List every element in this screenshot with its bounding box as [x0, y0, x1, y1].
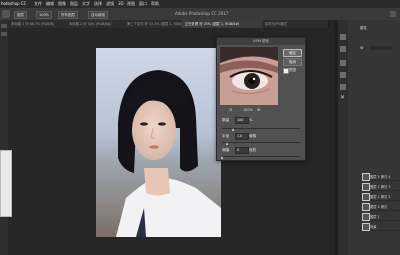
options-bar: 图层 100% 所有图层 自动增强 Adobe Photoshop CC 201…	[0, 8, 400, 20]
options-all-layers-button[interactable]: 所有图层	[58, 11, 78, 19]
cancel-button[interactable]: 取消	[283, 58, 302, 66]
layer-thumbnail	[362, 183, 370, 191]
tab-document[interactable]: 第二个文件 @ 33.3% (图层 1, RGB/8)	[124, 20, 183, 28]
zoom-in-icon[interactable]: ⊕	[257, 107, 260, 112]
history-icon[interactable]	[340, 34, 346, 40]
menu-item-layer[interactable]: 图层	[70, 1, 78, 7]
portrait-photo[interactable]	[96, 48, 221, 237]
window-title: Adobe Photoshop CC 2017	[175, 11, 229, 16]
radius-slider-knob[interactable]	[226, 142, 228, 145]
amount-unit: %	[249, 118, 253, 122]
menu-item-help[interactable]: 帮助	[151, 1, 159, 7]
preview-label: 预览	[289, 68, 297, 72]
layer-name: 图层 1 拷贝 2	[370, 195, 391, 199]
layer-name: 背景	[370, 225, 377, 229]
collapsed-panel[interactable]	[0, 150, 12, 217]
tab-document[interactable]: 未标题-2 @ 50% (RGB/8#)	[66, 20, 125, 28]
menu-item-file[interactable]: 文件	[34, 1, 42, 7]
character-icon[interactable]	[340, 84, 346, 90]
layer-name: 图层 1 拷贝	[370, 205, 388, 209]
amount-field[interactable]: 100	[235, 117, 249, 124]
radius-label: 半径	[222, 134, 230, 138]
threshold-slider[interactable]	[222, 156, 300, 157]
layer-row[interactable]: 图层 1 拷贝 2	[360, 192, 400, 201]
ok-button[interactable]: 确定	[283, 49, 302, 57]
close-icon[interactable]: ✕	[340, 94, 345, 101]
menu-item-window[interactable]: 窗口	[139, 1, 147, 7]
threshold-field[interactable]: 0	[235, 147, 249, 154]
radius-slider[interactable]	[222, 142, 300, 143]
layer-thumbnail	[362, 213, 370, 221]
dialog-title: USM 锐化	[217, 38, 305, 45]
unsharp-mask-dialog: USM 锐化 确定 取消 预览 ⊖ 100% ⊕ 数量 100 % 半径 1.0…	[216, 37, 306, 161]
workspace-icon[interactable]	[390, 11, 396, 17]
options-auto-enhance-button[interactable]: 自动增强	[88, 11, 108, 19]
menu-item-type[interactable]: 文字	[82, 1, 90, 7]
amount-label: 数量	[222, 118, 230, 122]
layer-thumbnail	[362, 203, 370, 211]
layer-row[interactable]: 图层 1 拷贝	[360, 202, 400, 211]
adjustments-icon[interactable]	[340, 60, 346, 66]
options-zoom-button[interactable]: 100%	[36, 11, 53, 19]
radius-field[interactable]: 1.0	[235, 133, 249, 140]
menu-item-select[interactable]: 选择	[94, 1, 102, 7]
threshold-unit: 色阶	[249, 148, 257, 152]
layer-row[interactable]: 图层 1 拷贝 4	[360, 172, 400, 181]
menu-item-image[interactable]: 图像	[58, 1, 66, 7]
brush-icon[interactable]	[340, 72, 346, 78]
layer-row[interactable]: 背景	[360, 222, 400, 231]
layer-name: 图层 1	[370, 215, 380, 219]
width-field[interactable]	[370, 46, 392, 50]
menu-item-3d[interactable]: 3D	[118, 1, 124, 6]
zoom-level: 100%	[243, 108, 253, 112]
size-label: W	[360, 46, 364, 50]
options-layer-select[interactable]: 图层	[14, 11, 27, 19]
layer-name: 图层 1 拷贝 3	[370, 185, 391, 189]
layer-thumbnail	[362, 193, 370, 201]
tools-panel	[0, 20, 8, 255]
layer-name: 图层 1 拷贝 4	[370, 175, 391, 179]
menu-item-view[interactable]: 视图	[127, 1, 135, 7]
properties-label: 属性	[360, 26, 367, 30]
radius-unit: 像素	[249, 134, 257, 138]
zoom-out-icon[interactable]: ⊖	[229, 107, 232, 112]
tab-document-active[interactable]: 正在处理 @ 25% (图层 1, RGB/8#)	[182, 20, 263, 28]
document-tab-bar: 未标题-1 @ 66.7% (RGB/8) 未标题-2 @ 50% (RGB/8…	[8, 20, 334, 28]
panel-icon-strip: ✕	[338, 20, 348, 255]
preview-window[interactable]	[220, 47, 278, 105]
threshold-slider-knob[interactable]	[221, 156, 223, 159]
threshold-label: 阈值	[222, 148, 230, 152]
tool-icon[interactable]	[1, 24, 7, 28]
properties-icon[interactable]	[340, 46, 346, 52]
menu-item-edit[interactable]: 编辑	[46, 1, 54, 7]
move-tool-icon[interactable]	[2, 10, 10, 18]
layer-thumbnail	[362, 223, 370, 231]
tool-icon[interactable]	[1, 32, 7, 36]
layer-thumbnail	[362, 173, 370, 181]
tab-document[interactable]: 未标题-1 @ 66.7% (RGB/8)	[8, 20, 67, 28]
app-name: hotoshop CC	[1, 1, 27, 6]
amount-slider-knob[interactable]	[232, 128, 234, 131]
layer-row[interactable]: 图层 1	[360, 212, 400, 221]
menu-item-filter[interactable]: 滤镜	[106, 1, 114, 7]
menu-bar: hotoshop CC 文件 编辑 图像 图层 文字 选择 滤镜 3D 视图 窗…	[0, 0, 400, 8]
layer-row[interactable]: 图层 1 拷贝 3	[360, 182, 400, 191]
tab-document[interactable]: 另存为JPG格式	[262, 20, 329, 28]
